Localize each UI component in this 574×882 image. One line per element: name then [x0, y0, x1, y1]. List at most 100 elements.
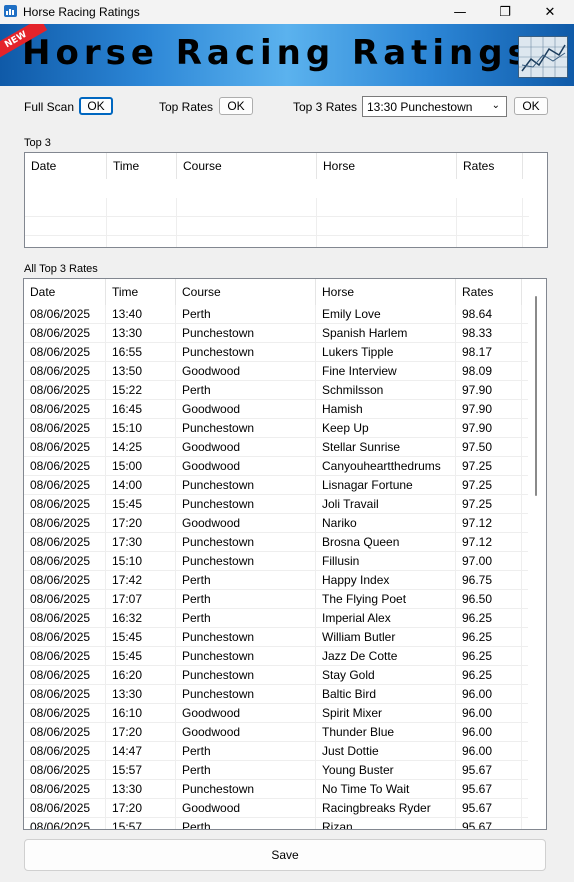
cell-rates: 97.50 — [456, 438, 522, 457]
table-row[interactable]: 08/06/2025 15:10 Punchestown Keep Up 97.90 — [24, 419, 528, 438]
title-bar: Horse Racing Ratings — ❐ ✕ — [0, 0, 574, 24]
vertical-scrollbar[interactable] — [533, 296, 539, 826]
column-header-horse[interactable]: Horse — [316, 279, 456, 305]
table-row[interactable]: 08/06/2025 16:55 Punchestown Lukers Tipple 9… — [24, 343, 528, 362]
table-row[interactable]: 08/06/2025 16:32 Perth Imperial Alex 96.25 — [24, 609, 528, 628]
table-row[interactable]: 08/06/2025 15:00 Goodwood Canyouheartthedru… — [24, 457, 528, 476]
table-row[interactable]: 08/06/2025 15:10 Punchestown Fillusin 97.00 — [24, 552, 528, 571]
table-row[interactable]: 08/06/2025 14:47 Perth Just Dottie 96.00 — [24, 742, 528, 761]
cell-time: 15:45 — [106, 495, 176, 514]
table-row[interactable]: 08/06/2025 17:30 Punchestown Brosna Queen 97… — [24, 533, 528, 552]
table-row[interactable]: 08/06/2025 15:57 Perth Rizan 95.67 — [24, 818, 528, 829]
cell-horse: Joli Travail — [316, 495, 456, 514]
all-top3-grid[interactable]: Date Time Course Horse Rates 08/06/2025 1… — [23, 278, 547, 830]
column-header-time[interactable]: Time — [107, 153, 177, 179]
scrollbar-thumb[interactable] — [535, 296, 537, 496]
cell-time: 15:45 — [106, 647, 176, 666]
column-header-course[interactable]: Course — [177, 153, 317, 179]
cell-horse: William Butler — [316, 628, 456, 647]
cell-rates: 96.75 — [456, 571, 522, 590]
table-row[interactable]: 08/06/2025 15:45 Punchestown Jazz De Cotte 9… — [24, 647, 528, 666]
table-row[interactable]: 08/06/2025 15:45 Punchestown Joli Travail 97… — [24, 495, 528, 514]
cell-time: 17:20 — [106, 723, 176, 742]
cell-rates: 96.00 — [456, 685, 522, 704]
save-button[interactable]: Save — [24, 839, 546, 871]
table-row[interactable]: 08/06/2025 13:40 Perth Emily Love 98.64 — [24, 305, 528, 324]
cell-time: 14:25 — [106, 438, 176, 457]
cell-course: Punchestown — [176, 685, 316, 704]
cell-course: Perth — [176, 571, 316, 590]
top3-grid[interactable]: Date Time Course Horse Rates — [24, 152, 548, 248]
cell-time: 16:45 — [106, 400, 176, 419]
chart-icon — [518, 36, 568, 78]
cell-horse: Thunder Blue — [316, 723, 456, 742]
cell-date: 08/06/2025 — [24, 742, 106, 761]
table-row[interactable]: 08/06/2025 16:10 Goodwood Spirit Mixer 96.00 — [24, 704, 528, 723]
table-row[interactable] — [25, 198, 529, 217]
banner-title: Horse Racing Ratings — [22, 33, 533, 73]
cell-course: Punchestown — [176, 780, 316, 799]
cell-time: 15:57 — [106, 761, 176, 780]
close-button[interactable]: ✕ — [535, 2, 565, 22]
cell-rates: 97.90 — [456, 381, 522, 400]
cell-horse: Stay Gold — [316, 666, 456, 685]
cell-horse: Stellar Sunrise — [316, 438, 456, 457]
table-row[interactable]: 08/06/2025 17:42 Perth Happy Index 96.75 — [24, 571, 528, 590]
column-header-rates[interactable]: Rates — [457, 153, 523, 179]
full-scan-ok-button[interactable]: OK — [79, 97, 113, 115]
cell-rates: 96.50 — [456, 590, 522, 609]
table-row[interactable]: 08/06/2025 15:57 Perth Young Buster 95.67 — [24, 761, 528, 780]
column-header-time[interactable]: Time — [106, 279, 176, 305]
cell-rates: 96.25 — [456, 609, 522, 628]
cell-date: 08/06/2025 — [24, 685, 106, 704]
column-header-date[interactable]: Date — [24, 279, 106, 305]
race-select[interactable]: 13:30 Punchestown ⌄ — [362, 96, 507, 117]
table-row[interactable]: 08/06/2025 13:30 Punchestown Spanish Harlem… — [24, 324, 528, 343]
column-header-course[interactable]: Course — [176, 279, 316, 305]
cell-rates: 98.09 — [456, 362, 522, 381]
table-row[interactable]: 08/06/2025 14:00 Punchestown Lisnagar Fortu… — [24, 476, 528, 495]
table-row[interactable]: 08/06/2025 13:50 Goodwood Fine Interview 98.… — [24, 362, 528, 381]
cell-date — [25, 236, 107, 247]
table-row[interactable]: 08/06/2025 17:20 Goodwood Racingbreaks Ryde… — [24, 799, 528, 818]
table-row[interactable]: 08/06/2025 16:20 Punchestown Stay Gold 96.25 — [24, 666, 528, 685]
table-row[interactable]: 08/06/2025 14:25 Goodwood Stellar Sunrise 97… — [24, 438, 528, 457]
cell-rates: 97.90 — [456, 400, 522, 419]
cell-horse: Brosna Queen — [316, 533, 456, 552]
table-row[interactable] — [25, 236, 529, 247]
cell-horse — [317, 217, 457, 236]
cell-time — [107, 198, 177, 217]
cell-rates — [457, 217, 523, 236]
table-row[interactable] — [25, 217, 529, 236]
top3-rates-ok-button[interactable]: OK — [514, 97, 548, 115]
table-row[interactable]: 08/06/2025 15:22 Perth Schmilsson 97.90 — [24, 381, 528, 400]
top-rates-label: Top Rates — [159, 100, 214, 114]
cell-date: 08/06/2025 — [24, 590, 106, 609]
table-row[interactable]: 08/06/2025 13:30 Punchestown No Time To Wai… — [24, 780, 528, 799]
column-header-rates[interactable]: Rates — [456, 279, 522, 305]
top-rates-ok-button[interactable]: OK — [219, 97, 253, 115]
cell-date: 08/06/2025 — [24, 305, 106, 324]
cell-horse: Canyouheartthedrums — [316, 457, 456, 476]
cell-horse: The Flying Poet — [316, 590, 456, 609]
chevron-down-icon[interactable]: ⌄ — [492, 100, 500, 111]
table-row[interactable]: 08/06/2025 17:07 Perth The Flying Poet 96.50 — [24, 590, 528, 609]
cell-course: Punchestown — [176, 476, 316, 495]
cell-horse: Lukers Tipple — [316, 343, 456, 362]
column-header-horse[interactable]: Horse — [317, 153, 457, 179]
restore-button[interactable]: ❐ — [490, 2, 520, 22]
minimize-button[interactable]: — — [445, 2, 475, 22]
cell-date: 08/06/2025 — [24, 514, 106, 533]
table-row[interactable]: 08/06/2025 15:45 Punchestown William Butler… — [24, 628, 528, 647]
cell-course: Goodwood — [176, 438, 316, 457]
table-row[interactable]: 08/06/2025 17:20 Goodwood Thunder Blue 96.00 — [24, 723, 528, 742]
cell-date: 08/06/2025 — [24, 476, 106, 495]
table-row[interactable]: 08/06/2025 17:20 Goodwood Nariko 97.12 — [24, 514, 528, 533]
table-row[interactable]: 08/06/2025 13:30 Punchestown Baltic Bird 96.… — [24, 685, 528, 704]
column-header-date[interactable]: Date — [25, 153, 107, 179]
cell-rates: 95.67 — [456, 780, 522, 799]
cell-time: 13:50 — [106, 362, 176, 381]
table-row[interactable]: 08/06/2025 16:45 Goodwood Hamish 97.90 — [24, 400, 528, 419]
cell-time: 15:00 — [106, 457, 176, 476]
cell-rates: 97.90 — [456, 419, 522, 438]
